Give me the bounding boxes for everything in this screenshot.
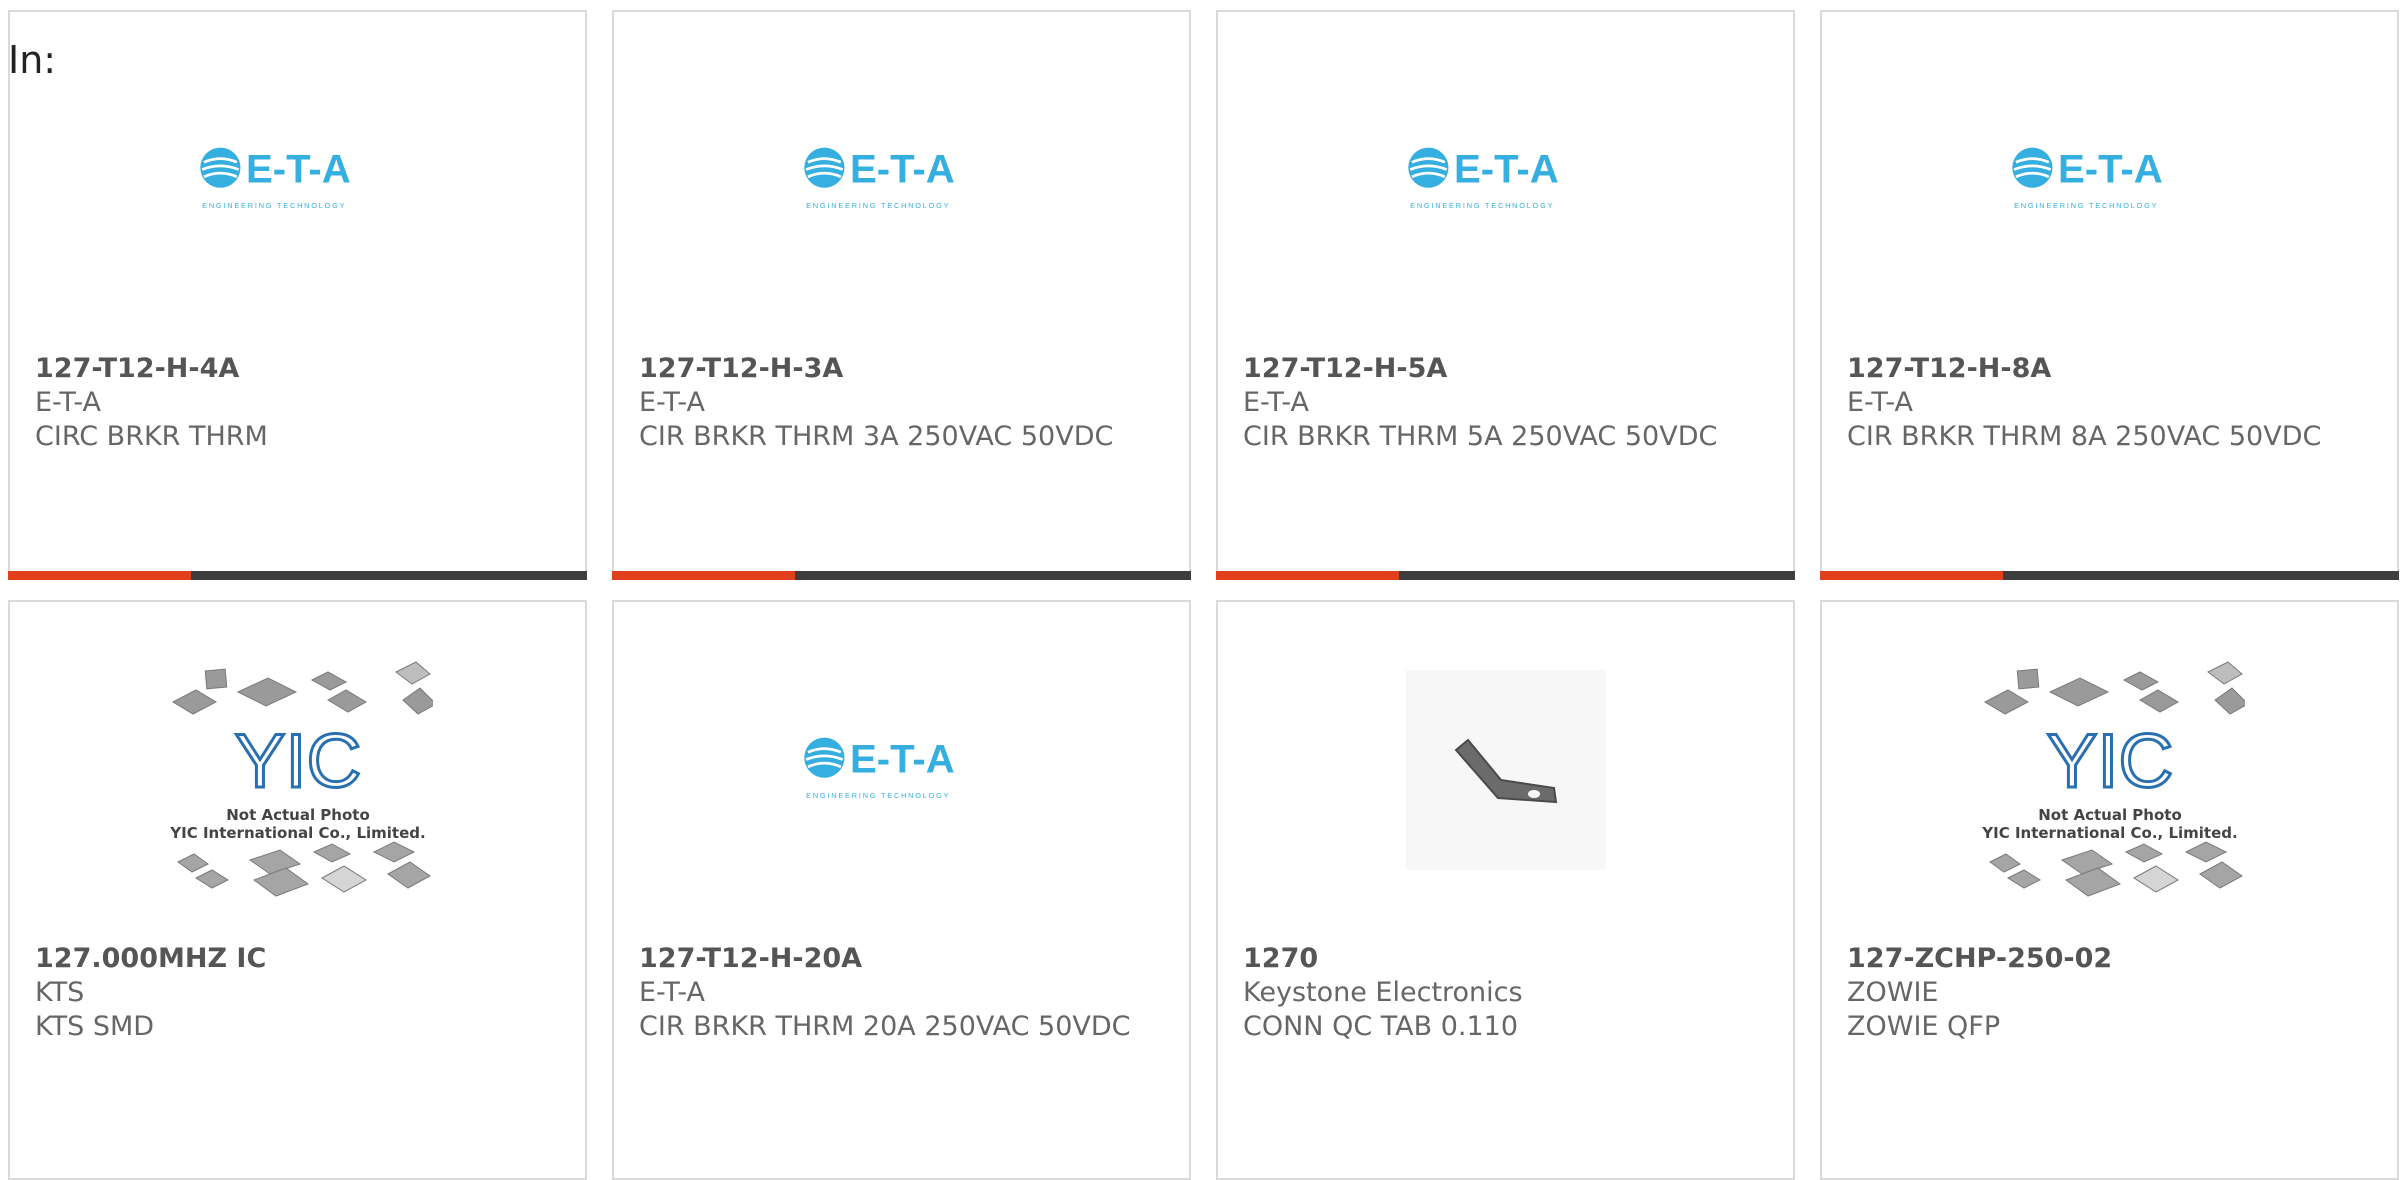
card-footer-bar	[1820, 571, 2399, 580]
manufacturer: E-T-A	[639, 387, 705, 418]
manufacturer: KTS	[35, 977, 85, 1008]
description: CONN QC TAB 0.110	[1243, 1011, 1519, 1042]
eta-logo-image[interactable]: E-T-A ENGINEERING TECHNOLOGY	[787, 70, 1017, 280]
description: ZOWIE QFP	[1847, 1011, 2001, 1042]
yic-placeholder-icon: YIC Not Actual Photo YIC International C…	[169, 652, 433, 912]
part-number[interactable]: 127-T12-H-8A	[1847, 352, 2377, 386]
yic-placeholder-image[interactable]: YIC Not Actual Photo YIC International C…	[163, 652, 433, 912]
product-card[interactable]: E-T-A ENGINEERING TECHNOLOGY 127-T12-H-5…	[1216, 10, 1795, 580]
manufacturer: E-T-A	[1243, 387, 1309, 418]
manufacturer: E-T-A	[1847, 387, 1913, 418]
card-footer-bar	[612, 571, 1191, 580]
product-info: 127-T12-H-4A E-T-A CIRC BRKR THRM	[35, 352, 565, 454]
yic-placeholder-image[interactable]: YIC Not Actual Photo YIC International C…	[1975, 652, 2245, 912]
part-number[interactable]: 127-ZCHP-250-02	[1847, 942, 2377, 976]
eta-logo-icon: E-T-A ENGINEERING TECHNOLOGY	[193, 125, 350, 210]
card-footer-bar	[8, 571, 587, 580]
product-info: 1270 Keystone Electronics CONN QC TAB 0.…	[1243, 942, 1773, 1044]
product-info: 127-T12-H-5A E-T-A CIR BRKR THRM 5A 250V…	[1243, 352, 1773, 454]
eta-logo-icon: E-T-A ENGINEERING TECHNOLOGY	[797, 125, 954, 210]
description: CIR BRKR THRM 20A 250VAC 50VDC	[639, 1011, 1131, 1042]
part-number[interactable]: 127.000MHZ IC	[35, 942, 565, 976]
product-card[interactable]: YIC Not Actual Photo YIC International C…	[1820, 600, 2399, 1180]
product-card[interactable]: E-T-A ENGINEERING TECHNOLOGY 127-T12-H-4…	[8, 10, 587, 580]
logo-tagline: ENGINEERING TECHNOLOGY	[806, 791, 950, 800]
logo-tagline: ENGINEERING TECHNOLOGY	[202, 201, 346, 210]
product-info: 127-T12-H-3A E-T-A CIR BRKR THRM 3A 250V…	[639, 352, 1169, 454]
product-card[interactable]: YIC Not Actual Photo YIC International C…	[8, 600, 587, 1180]
description: CIRC BRKR THRM	[35, 421, 268, 452]
svg-text:YIC: YIC	[234, 719, 361, 804]
product-card[interactable]: 1270 Keystone Electronics CONN QC TAB 0.…	[1216, 600, 1795, 1180]
logo-tagline: ENGINEERING TECHNOLOGY	[1410, 201, 1554, 210]
footer-accent	[1216, 571, 1399, 580]
manufacturer: ZOWIE	[1847, 977, 1939, 1008]
logo-text: E-T-A	[245, 146, 350, 191]
description: KTS SMD	[35, 1011, 155, 1042]
footer-accent	[1820, 571, 2003, 580]
logo-text: E-T-A	[1453, 146, 1558, 191]
product-card[interactable]: E-T-A ENGINEERING TECHNOLOGY 127-T12-H-8…	[1820, 10, 2399, 580]
product-info: 127-ZCHP-250-02 ZOWIE ZOWIE QFP	[1847, 942, 2377, 1044]
in-label: In:	[8, 38, 57, 82]
placeholder-caption: Not Actual Photo	[226, 806, 370, 824]
eta-logo-icon: E-T-A ENGINEERING TECHNOLOGY	[2005, 125, 2162, 210]
description: CIR BRKR THRM 8A 250VAC 50VDC	[1847, 421, 2322, 452]
logo-text: E-T-A	[849, 146, 954, 191]
logo-tagline: ENGINEERING TECHNOLOGY	[2014, 201, 2158, 210]
product-card[interactable]: E-T-A ENGINEERING TECHNOLOGY 127-T12-H-2…	[612, 600, 1191, 1180]
part-number[interactable]: 127-T12-H-5A	[1243, 352, 1773, 386]
svg-text:YIC: YIC	[2046, 719, 2173, 804]
product-info: 127.000MHZ IC KTS KTS SMD	[35, 942, 565, 1044]
product-info: 127-T12-H-8A E-T-A CIR BRKR THRM 8A 250V…	[1847, 352, 2377, 454]
eta-logo-image[interactable]: E-T-A ENGINEERING TECHNOLOGY	[787, 660, 1017, 870]
description: CIR BRKR THRM 5A 250VAC 50VDC	[1243, 421, 1718, 452]
placeholder-company: YIC International Co., Limited.	[169, 824, 425, 842]
manufacturer: Keystone Electronics	[1243, 977, 1523, 1008]
terminal-tab-icon	[1454, 738, 1557, 804]
eta-logo-icon: E-T-A ENGINEERING TECHNOLOGY	[1401, 125, 1558, 210]
yic-placeholder-icon: YIC Not Actual Photo YIC International C…	[1981, 652, 2245, 912]
part-number[interactable]: 127-T12-H-20A	[639, 942, 1169, 976]
card-footer-bar	[1216, 571, 1795, 580]
description: CIR BRKR THRM 3A 250VAC 50VDC	[639, 421, 1114, 452]
placeholder-company: YIC International Co., Limited.	[1981, 824, 2237, 842]
product-card[interactable]: E-T-A ENGINEERING TECHNOLOGY 127-T12-H-3…	[612, 10, 1191, 580]
logo-tagline: ENGINEERING TECHNOLOGY	[806, 201, 950, 210]
part-number[interactable]: 127-T12-H-4A	[35, 352, 565, 386]
eta-logo-image[interactable]: E-T-A ENGINEERING TECHNOLOGY	[1391, 70, 1621, 280]
part-number[interactable]: 1270	[1243, 942, 1773, 976]
product-info: 127-T12-H-20A E-T-A CIR BRKR THRM 20A 25…	[639, 942, 1169, 1044]
placeholder-caption: Not Actual Photo	[2038, 806, 2182, 824]
logo-text: E-T-A	[2057, 146, 2162, 191]
footer-accent	[8, 571, 191, 580]
eta-logo-image[interactable]: E-T-A ENGINEERING TECHNOLOGY	[1995, 70, 2225, 280]
manufacturer: E-T-A	[35, 387, 101, 418]
eta-logo-image[interactable]: E-T-A ENGINEERING TECHNOLOGY	[183, 70, 413, 280]
part-number[interactable]: 127-T12-H-3A	[639, 352, 1169, 386]
logo-text: E-T-A	[849, 736, 954, 781]
footer-accent	[612, 571, 795, 580]
terminal-tab-photo[interactable]	[1405, 670, 1606, 870]
eta-logo-icon: E-T-A ENGINEERING TECHNOLOGY	[797, 715, 954, 800]
manufacturer: E-T-A	[639, 977, 705, 1008]
